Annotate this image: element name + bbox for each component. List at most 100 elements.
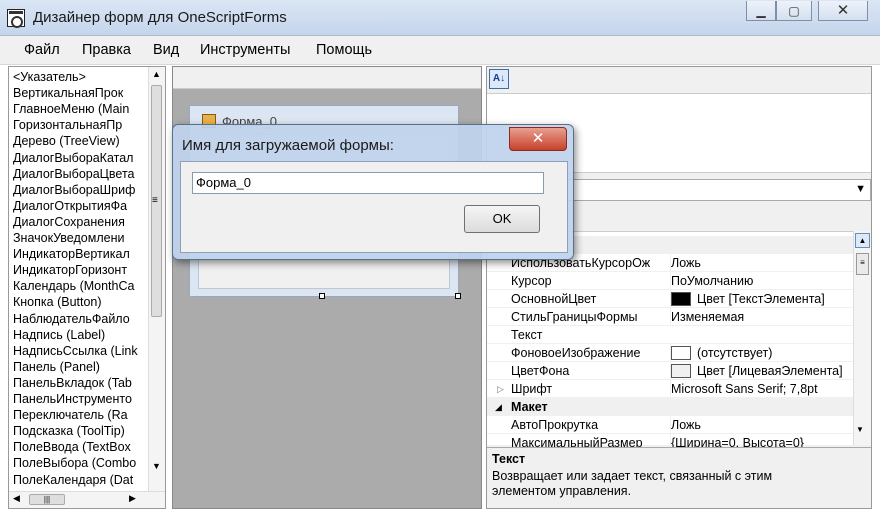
scroll-left-icon[interactable]: ◀ (13, 493, 20, 504)
menu-tools[interactable]: Инструменты (200, 42, 290, 58)
toolbox-item[interactable]: ЗначокУведомлени (13, 230, 145, 246)
property-value[interactable]: Ложь (670, 416, 852, 434)
property-value[interactable]: Изменяемая (670, 308, 852, 326)
toolbox-item[interactable]: ИндикаторВертикал (13, 246, 145, 262)
color-swatch (671, 292, 691, 306)
toolbox-item[interactable]: ДиалогВыбораШриф (13, 182, 145, 198)
app-icon (7, 9, 25, 28)
property-row[interactable]: ЦветФона Цвет [ЛицеваяЭлемента] (487, 362, 853, 380)
property-name: ОсновнойЦвет (511, 292, 597, 306)
property-row[interactable]: СтильГраницыФормы Изменяемая (487, 308, 853, 326)
toolbox-item[interactable]: Календарь (MonthCa (13, 278, 145, 294)
property-name: Курсор (511, 274, 552, 288)
property-row[interactable]: Курсор ПоУмолчанию (487, 272, 853, 290)
property-row[interactable]: ФоновоеИзображение (отсутствует) (487, 344, 853, 362)
color-swatch (671, 364, 691, 378)
hscroll-thumb[interactable]: ||| (29, 494, 65, 505)
expand-icon[interactable]: ▷ (497, 380, 504, 398)
property-name: ЦветФона (511, 364, 570, 378)
menu-file[interactable]: Файл (24, 42, 60, 58)
description-title: Текст (492, 452, 526, 466)
title-bar: Дизайнер форм для OneScriptForms ▁ ▢ ✕ (0, 0, 880, 36)
property-value-text: Цвет [ТекстЭлемента] (697, 292, 825, 306)
toolbox-item[interactable]: ГоризонтальнаяПр (13, 117, 145, 133)
pg-scroll-up-icon[interactable]: ▲ (855, 233, 870, 248)
ok-button[interactable]: OK (464, 205, 540, 233)
property-value-text: Изменяемая (671, 310, 745, 324)
property-row[interactable]: АвтоПрокрутка Ложь (487, 416, 853, 434)
toolbox-item[interactable]: ПолеВыбора (Combo (13, 455, 145, 471)
toolbox-vertical-scrollbar[interactable]: ▲ ≡ ▼ (148, 67, 165, 491)
minimize-button[interactable]: ▁ (746, 1, 776, 21)
property-value[interactable]: Цвет [ЛицеваяЭлемента] (670, 362, 852, 380)
property-name: ФоновоеИзображение (511, 346, 641, 360)
toolbox-item[interactable]: ИндикаторГоризонт (13, 262, 145, 278)
property-grid: видИспользоватьКурсорОжЛожьКурсорПоУмолч… (487, 231, 871, 452)
pg-scroll-thumb[interactable]: ≡ (856, 253, 869, 275)
sort-alpha-icon[interactable]: A↓ (489, 69, 509, 89)
property-grid-scrollbar[interactable]: ▲ ≡ ▼ (853, 231, 871, 445)
menu-view[interactable]: Вид (153, 42, 179, 58)
menu-bar: Файл Правка Вид Инструменты Помощь (0, 36, 880, 65)
dialog-close-button[interactable]: ✕ (509, 127, 567, 151)
property-row[interactable]: Текст (487, 326, 853, 344)
scroll-up-icon[interactable]: ▲ (152, 69, 161, 79)
property-value[interactable]: Microsoft Sans Serif; 7,8pt (670, 380, 852, 398)
toolbox-item[interactable]: Дерево (TreeView) (13, 133, 145, 149)
load-form-dialog: Имя для загружаемой формы: ✕ Форма_0 OK (172, 124, 574, 260)
property-category[interactable]: ◢ Макет (487, 398, 853, 416)
close-window-button[interactable]: ✕ (818, 1, 868, 21)
property-value-text: Microsoft Sans Serif; 7,8pt (671, 382, 818, 396)
resize-handle-bottom[interactable] (319, 293, 325, 299)
property-name: Текст (511, 328, 543, 342)
property-value[interactable]: Ложь (670, 254, 852, 272)
dialog-title: Имя для загружаемой формы: (182, 137, 394, 154)
property-value[interactable]: Цвет [ТекстЭлемента] (670, 290, 852, 308)
property-name: СтильГраницыФормы (511, 310, 638, 324)
property-row[interactable]: ОсновнойЦвет Цвет [ТекстЭлемента] (487, 290, 853, 308)
toolbox-item[interactable]: Подсказка (ToolTip) (13, 423, 145, 439)
pg-scroll-down-icon[interactable]: ▼ (856, 425, 864, 434)
toolbox-item[interactable]: Переключатель (Ra (13, 407, 145, 423)
toolbox-item[interactable]: ПолеВвода (TextBox (13, 439, 145, 455)
toolbox-item[interactable]: ВертикальнаяПрок (13, 85, 145, 101)
scroll-down-icon[interactable]: ▼ (152, 461, 161, 471)
property-name: АвтоПрокрутка (511, 418, 599, 432)
maximize-button[interactable]: ▢ (776, 1, 812, 21)
scroll-right-icon[interactable]: ▶ (129, 493, 136, 504)
toolbox-item[interactable]: Кнопка (Button) (13, 294, 145, 310)
description-text: Возвращает или задает текст, связанный с… (492, 469, 773, 498)
toolbox-item[interactable]: ПанельИнструменто (13, 391, 145, 407)
dropdown-arrow-icon[interactable]: ▼ (855, 183, 866, 195)
property-value-text: ПоУмолчанию (671, 274, 754, 288)
designer-toolbar (173, 67, 481, 89)
toolbox-panel: <Указатель> ВертикальнаяПрок ГлавноеМеню (… (8, 66, 166, 509)
toolbox-item[interactable]: <Указатель> (13, 69, 145, 85)
menu-edit[interactable]: Правка (82, 42, 131, 58)
toolbox-item[interactable]: Надпись (Label) (13, 327, 145, 343)
toolbox-item[interactable]: ДиалогВыбораЦвета (13, 166, 145, 182)
toolbox-item[interactable]: ПанельВкладок (Tab (13, 375, 145, 391)
collapse-icon[interactable]: ◢ (495, 398, 502, 416)
property-value-text: (отсутствует) (697, 346, 773, 360)
property-name: Шрифт (511, 382, 553, 396)
toolbox-item[interactable]: ПолеКалендаря (Dat (13, 472, 145, 488)
toolbox-item[interactable]: ДиалогВыбораКатал (13, 150, 145, 166)
resize-handle-corner[interactable] (455, 293, 461, 299)
toolbox-horizontal-scrollbar[interactable]: ◀ ||| ▶ (9, 491, 165, 508)
window-title: Дизайнер форм для OneScriptForms (33, 9, 287, 26)
toolbox-item[interactable]: Панель (Panel) (13, 359, 145, 375)
toolbox-item[interactable]: НадписьСсылка (Link (13, 343, 145, 359)
form-name-input[interactable]: Форма_0 (192, 172, 544, 194)
toolbox-item[interactable]: НаблюдательФайло (13, 311, 145, 327)
toolbox-item[interactable]: ГлавноеМеню (Main (13, 101, 145, 117)
property-row[interactable]: ▷ Шрифт Microsoft Sans Serif; 7,8pt (487, 380, 853, 398)
property-value[interactable]: (отсутствует) (670, 344, 852, 362)
property-value[interactable]: ПоУмолчанию (670, 272, 852, 290)
toolbox-item[interactable]: ДиалогСохранения (13, 214, 145, 230)
property-description: Текст Возвращает или задает текст, связа… (487, 447, 871, 508)
menu-help[interactable]: Помощь (316, 42, 372, 58)
color-swatch (671, 346, 691, 360)
dialog-body: Форма_0 OK (180, 161, 568, 253)
toolbox-item[interactable]: ДиалогОткрытияФа (13, 198, 145, 214)
